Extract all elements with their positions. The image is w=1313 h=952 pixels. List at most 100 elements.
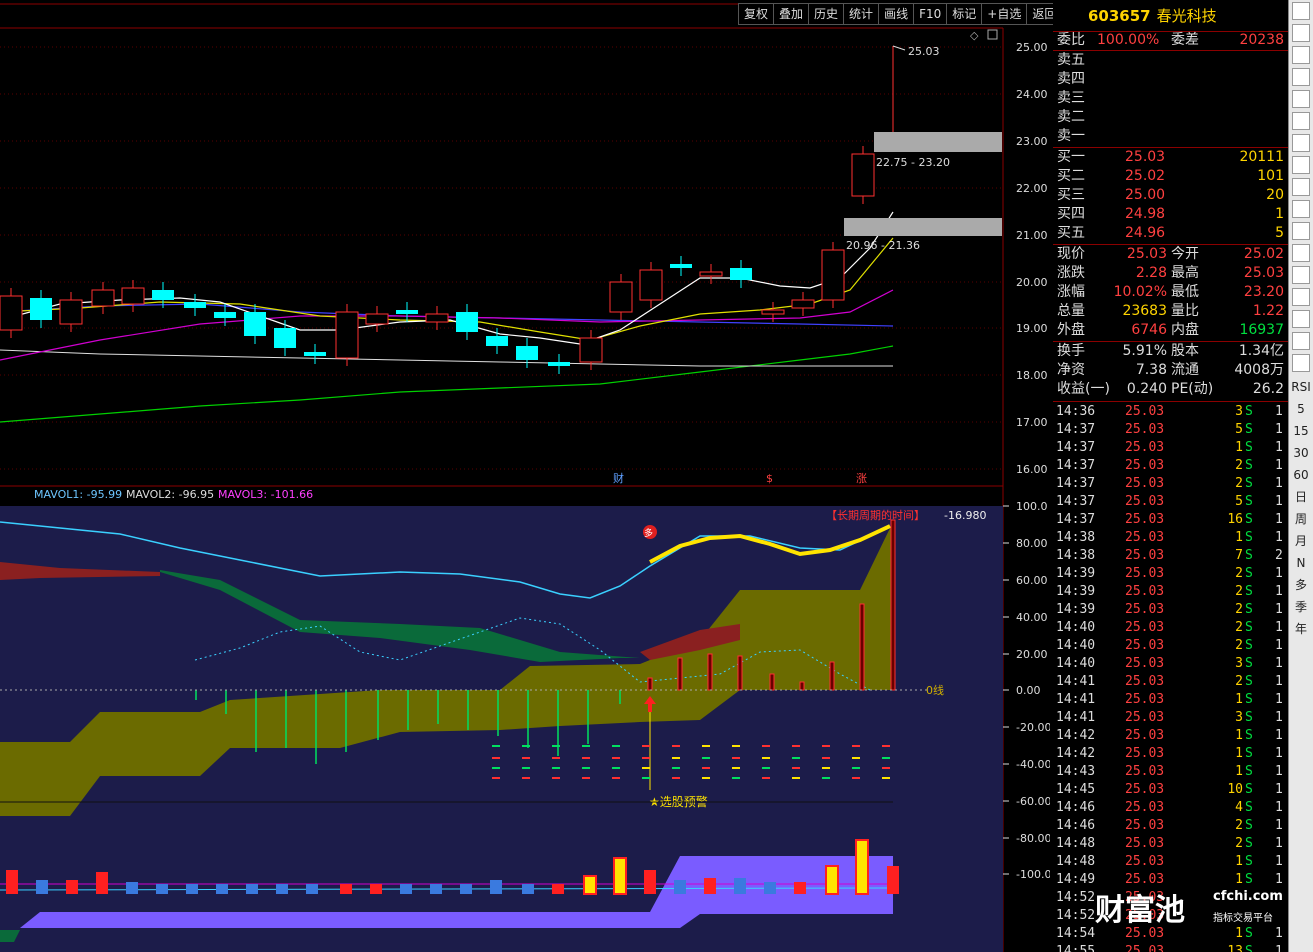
tick-row: 14:40 25.03 2 S 1 (1053, 619, 1288, 637)
side-tool-周[interactable]: 周 (1289, 508, 1313, 530)
tick-p: 25.03 (1125, 854, 1165, 869)
diamond-icon[interactable]: ◇ (970, 29, 979, 42)
bid-row-value: 101 (1257, 168, 1284, 184)
candle-down (184, 302, 206, 308)
side-tool-icon[interactable] (1292, 178, 1310, 196)
tick-s: S (1245, 548, 1253, 563)
tick-q: 13 (1227, 944, 1243, 952)
bottom-bar (734, 878, 746, 894)
tick-t: 14:48 (1056, 836, 1096, 851)
candle-up (699, 271, 723, 277)
weibi-label: 委比 (1057, 32, 1085, 48)
stat-row-cell-1: 2.28 (1135, 265, 1167, 281)
side-tool-icon[interactable] (1292, 112, 1310, 130)
tick-s: S (1245, 476, 1253, 491)
side-tool-季[interactable]: 季 (1289, 596, 1313, 618)
tick-p: 25.03 (1125, 836, 1165, 851)
side-tool-icon[interactable] (1292, 134, 1310, 152)
ask-row-label: 卖四 (1057, 71, 1085, 87)
watermark-site: cfchi.com (1213, 889, 1283, 904)
side-tool-icon[interactable] (1292, 90, 1310, 108)
side-tool-年[interactable]: 年 (1289, 618, 1313, 640)
bottom-bar (186, 884, 198, 894)
tick-n: 1 (1275, 782, 1283, 797)
stat2-row-cell-2: PE(动) (1171, 381, 1214, 397)
toolbar-btn-6[interactable]: 标记 (946, 3, 982, 25)
price-tick: 20.00 (1016, 276, 1048, 289)
toolbar-btn-1[interactable]: 叠加 (773, 3, 809, 25)
bid-row-price: 25.03 (1125, 149, 1166, 165)
side-tool-日[interactable]: 日 (1289, 486, 1313, 508)
bottom-bar (460, 884, 472, 894)
side-tool-icon[interactable] (1292, 46, 1310, 64)
toolbar-btn-4[interactable]: 画线 (878, 3, 914, 25)
price-tick: 24.00 (1016, 88, 1048, 101)
side-tool-icon[interactable] (1292, 200, 1310, 218)
tick-q: 1 (1235, 746, 1243, 761)
stat-row-cell-2: 最高 (1171, 265, 1199, 281)
tick-s: S (1245, 728, 1253, 743)
candle-down (304, 352, 326, 356)
tick-n: 1 (1275, 404, 1283, 419)
bid-row: 买四 24.98 1 (1053, 205, 1288, 224)
side-tool-60[interactable]: 60 (1289, 464, 1313, 486)
side-tool-icon[interactable] (1292, 244, 1310, 262)
side-tool-icon[interactable] (1292, 156, 1310, 174)
side-tool-icon[interactable] (1292, 2, 1310, 20)
stat-row: 涨幅 10.02% 最低 23.20 (1053, 283, 1288, 302)
tick-n: 1 (1275, 566, 1283, 581)
candle-down (152, 290, 174, 300)
side-tool-icon[interactable] (1292, 222, 1310, 240)
side-tool-icon[interactable] (1292, 310, 1310, 328)
side-tool-icon[interactable] (1292, 266, 1310, 284)
red-bar (647, 677, 653, 691)
tick-s: S (1245, 674, 1253, 689)
marker-cai[interactable]: 财 (613, 471, 624, 485)
tick-t: 14:39 (1056, 584, 1096, 599)
side-tool-icon[interactable] (1292, 68, 1310, 86)
side-tool-30[interactable]: 30 (1289, 442, 1313, 464)
marker-dollar[interactable]: $ (766, 472, 773, 485)
tick-q: 3 (1235, 710, 1243, 725)
bid-row-price: 24.98 (1125, 206, 1166, 222)
tick-row: 14:40 25.03 2 S 1 (1053, 637, 1288, 655)
tick-n: 1 (1275, 764, 1283, 779)
side-tool-RSI[interactable]: RSI (1289, 376, 1313, 398)
candle-up (425, 313, 449, 323)
side-tool-icon[interactable] (1292, 332, 1310, 350)
tick-q: 1 (1235, 692, 1243, 707)
tick-row: 14:39 25.03 2 S 1 (1053, 583, 1288, 601)
side-tool-N[interactable]: N (1289, 552, 1313, 574)
bottom-bar (340, 884, 352, 894)
toolbar-btn-3[interactable]: 统计 (843, 3, 879, 25)
tick-q: 16 (1227, 512, 1243, 527)
side-tool-多[interactable]: 多 (1289, 574, 1313, 596)
marker-zhang[interactable]: 涨 (856, 472, 867, 485)
candle-down (214, 312, 236, 318)
kline-chart-area[interactable]: 25.00 24.00 23.00 22.00 21.00 20.00 19.00 18.00… (0, 0, 1050, 952)
bottom-bar (644, 870, 656, 894)
tick-q: 2 (1235, 458, 1243, 473)
bottom-bar (36, 880, 48, 894)
side-tool-icon[interactable] (1292, 288, 1310, 306)
side-tool-5[interactable]: 5 (1289, 398, 1313, 420)
side-tool-15[interactable]: 15 (1289, 420, 1313, 442)
tick-n: 1 (1275, 620, 1283, 635)
indicator-tick: -60.00 (1016, 795, 1050, 808)
ask-row: 卖一 (1053, 127, 1288, 146)
bottom-bar (66, 880, 78, 894)
side-tool-icon[interactable] (1292, 24, 1310, 42)
ask-row-label: 卖三 (1057, 90, 1085, 106)
toolbar-btn-0[interactable]: 复权 (738, 3, 774, 25)
toolbar-btn-7[interactable]: +自选 (981, 3, 1027, 25)
tick-row: 14:38 25.03 7 S 2 (1053, 547, 1288, 565)
toolbar-btn-2[interactable]: 历史 (808, 3, 844, 25)
toolbar-btn-5[interactable]: F10 (913, 3, 947, 25)
tick-p: 25.03 (1125, 764, 1165, 779)
stat-row-cell-3: 23.20 (1243, 284, 1284, 300)
tick-q: 2 (1235, 584, 1243, 599)
side-tool-月[interactable]: 月 (1289, 530, 1313, 552)
side-tool-icon[interactable] (1292, 354, 1310, 372)
tick-row: 14:41 25.03 1 S 1 (1053, 691, 1288, 709)
bottom-bar (613, 857, 627, 895)
